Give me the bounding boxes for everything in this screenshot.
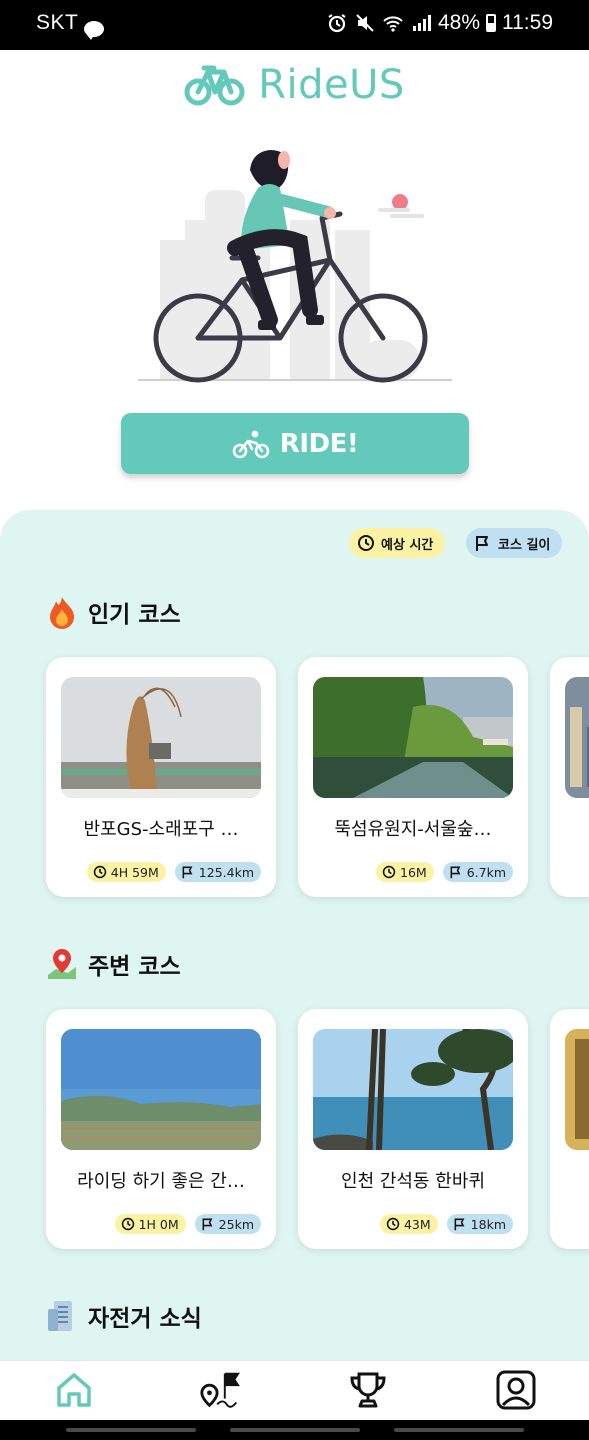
clock-icon [358, 535, 374, 551]
course-image [61, 677, 261, 798]
cyclist-icon [232, 430, 270, 458]
course-image [313, 1029, 513, 1150]
clock: 11:59 [502, 11, 553, 34]
app-logo: RideUS [0, 62, 589, 108]
flag-icon [454, 1218, 465, 1231]
nav-home-button[interactable] [52, 1368, 96, 1412]
battery-percent: 48% [437, 11, 480, 34]
length-value: 6.7km [466, 864, 506, 880]
legend-course-length: 코스 길이 [466, 528, 563, 558]
legend-time-label: 예상 시간 [381, 537, 434, 553]
clock-icon [382, 865, 396, 879]
legend-length-label: 코스 길이 [498, 537, 551, 553]
length-badge: 6.7km [442, 862, 513, 882]
length-badge: 25km [194, 1214, 261, 1234]
alarm-icon [328, 14, 346, 33]
course-card[interactable]: 인천 간석동 한바퀴 43M 18km [298, 1009, 528, 1249]
system-nav-home[interactable] [230, 1428, 360, 1432]
time-badge: 4H 59M [86, 862, 166, 882]
section-title-popular: 인기 코스 [46, 594, 181, 630]
carrier-label: SKT [36, 11, 79, 34]
wifi-icon [383, 16, 403, 32]
news-title: 자전거 소식 [88, 1306, 202, 1332]
app-name: RideUS [258, 62, 405, 108]
course-image [313, 677, 513, 798]
course-badges: 43M 18km [379, 1214, 513, 1234]
course-panel [0, 510, 589, 1380]
nav-profile-button[interactable] [494, 1368, 538, 1412]
time-badge: 43M [379, 1214, 438, 1234]
course-map-icon [200, 1372, 240, 1408]
section-title-news: 자전거 소식 [46, 1298, 202, 1334]
status-bar: SKT 48% 11:59 [0, 0, 589, 50]
nav-course-button[interactable] [198, 1368, 242, 1412]
mute-icon [356, 14, 374, 32]
system-nav-recents[interactable] [66, 1428, 196, 1432]
status-icons: 48% 11:59 [326, 11, 553, 35]
course-card-peek[interactable] [550, 657, 589, 897]
signal-icon [412, 15, 431, 31]
system-nav-back[interactable] [394, 1428, 524, 1432]
length-badge: 18km [446, 1214, 513, 1234]
system-navigation-bar [0, 1420, 589, 1440]
time-badge: 1H 0M [114, 1214, 186, 1234]
course-name: 라이딩 하기 좋은 간… [77, 1171, 245, 1192]
popular-title: 인기 코스 [88, 602, 181, 628]
time-value: 16M [400, 864, 427, 880]
legend-estimated-time: 예상 시간 [349, 528, 446, 558]
chat-notification-icon [84, 21, 104, 40]
flag-icon [202, 1218, 213, 1231]
bicycle-logo-icon [184, 65, 245, 106]
course-name: 반포GS-소래포구 … [83, 819, 239, 840]
nav-ranking-button[interactable] [346, 1368, 390, 1412]
section-title-nearby: 주변 코스 [46, 946, 181, 982]
profile-icon [496, 1370, 536, 1410]
nearby-title: 주변 코스 [88, 954, 181, 980]
length-value: 18km [470, 1216, 506, 1232]
clock-icon [93, 865, 106, 879]
course-badges: 16M 6.7km [376, 862, 513, 882]
bottom-navigation [0, 1360, 589, 1420]
course-badges: 4H 59M 125.4km [86, 862, 261, 882]
time-value: 4H 59M [110, 864, 159, 880]
battery-icon [486, 14, 496, 32]
map-pin-icon [48, 949, 76, 979]
course-image [565, 677, 589, 798]
course-card[interactable]: 반포GS-소래포구 … 4H 59M 125.4km [46, 657, 276, 897]
clock-icon [121, 1217, 134, 1231]
flag-icon [476, 536, 488, 551]
ride-button[interactable]: RIDE! [121, 413, 469, 474]
course-badges: 1H 0M 25km [114, 1214, 261, 1234]
trophy-icon [350, 1372, 386, 1408]
ride-button-label: RIDE! [279, 428, 359, 459]
flag-icon [450, 866, 461, 879]
length-badge: 125.4km [174, 862, 261, 882]
course-card[interactable]: 라이딩 하기 좋은 간… 1H 0M 25km [46, 1009, 276, 1249]
newspaper-icon [48, 1301, 72, 1331]
fire-icon [50, 597, 74, 629]
time-value: 1H 0M [138, 1216, 179, 1232]
home-icon [57, 1373, 91, 1407]
time-value: 43M [403, 1216, 431, 1232]
length-value: 25km [218, 1216, 254, 1232]
length-value: 125.4km [198, 864, 254, 880]
clock-icon [386, 1217, 400, 1231]
course-card[interactable]: 뚝섬유원지-서울숲… 16M 6.7km [298, 657, 528, 897]
course-card-peek[interactable] [550, 1009, 589, 1249]
course-image [61, 1029, 261, 1150]
course-name: 뚝섬유원지-서울숲… [334, 819, 492, 840]
cyclist-illustration [138, 150, 452, 383]
course-image [565, 1029, 589, 1150]
time-badge: 16M [376, 862, 434, 882]
course-name: 인천 간석동 한바퀴 [341, 1171, 485, 1192]
flag-icon [182, 866, 193, 879]
